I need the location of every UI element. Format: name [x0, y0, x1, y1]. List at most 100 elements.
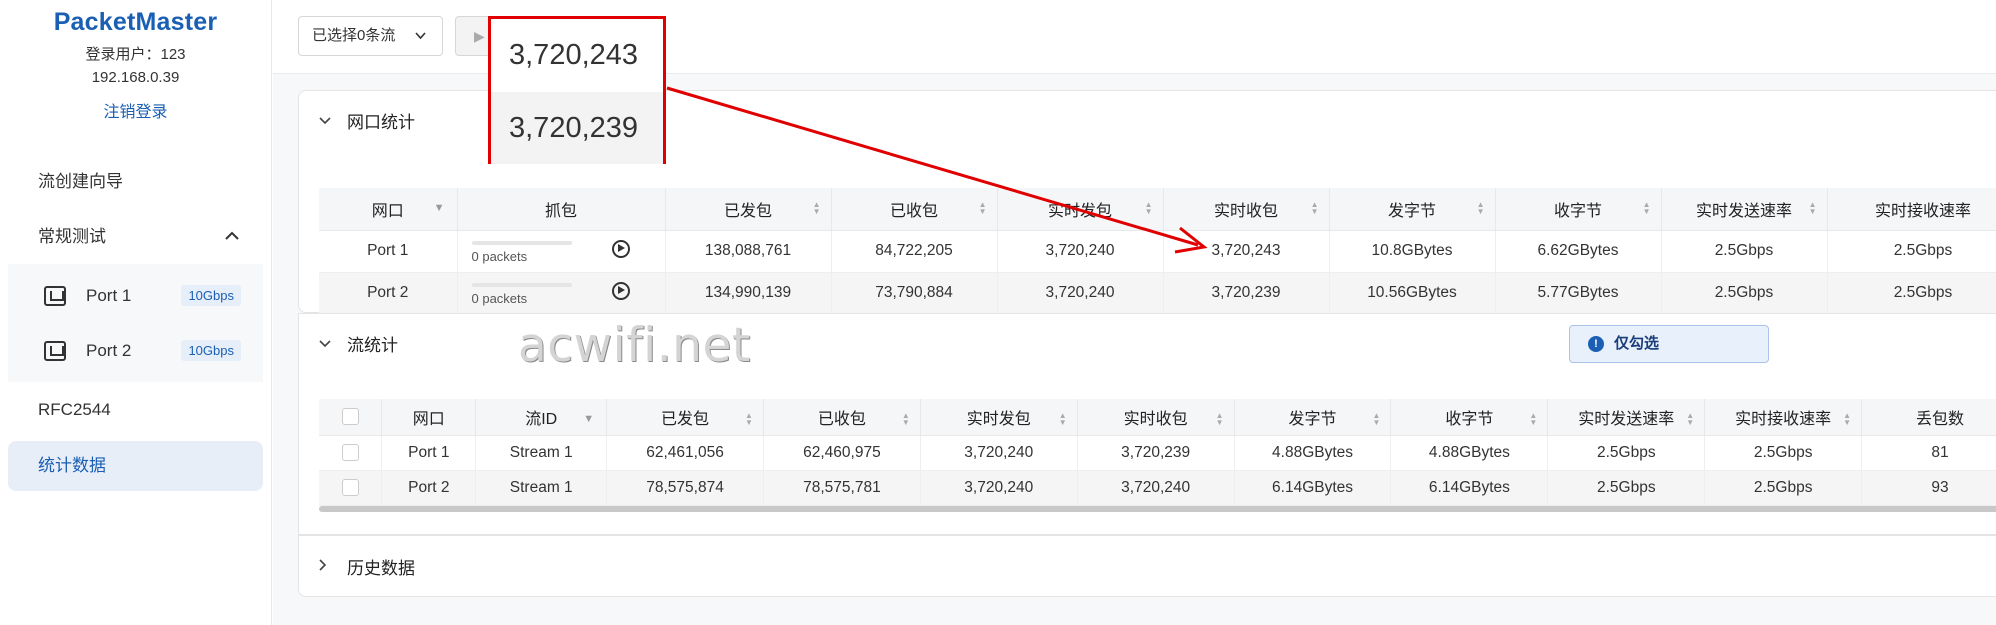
column-header[interactable]: 已发包 ▲ ▼ — [606, 399, 764, 436]
column-header[interactable]: 已收包 ▲ ▼ — [831, 188, 998, 231]
rt-sent-cell: 3,720,240 — [920, 435, 1078, 471]
chevron-down-icon — [319, 112, 331, 128]
horizontal-scrollbar[interactable] — [319, 506, 1996, 512]
rx-bytes-cell: 6.14GBytes — [1390, 470, 1549, 506]
sidebar-item-port-1[interactable]: Port 1 10Gbps — [8, 268, 263, 323]
sent-cell: 78,575,874 — [606, 470, 764, 506]
play-circle-icon[interactable] — [611, 281, 630, 300]
sort-icon[interactable]: ▲ ▼ — [1477, 201, 1485, 216]
column-header[interactable]: 流ID ▼ — [475, 399, 608, 436]
column-header[interactable]: 实时接收速率▲▼ — [1827, 188, 1996, 231]
sort-icon[interactable]: ▲ ▼ — [813, 201, 821, 216]
notice-text: 仅勾选 — [1614, 335, 1660, 352]
column-header[interactable]: 网口 ▼ — [319, 188, 458, 231]
column-header[interactable]: 发字节 ▲ ▼ — [1234, 399, 1392, 436]
sidebar-item-label: Port 2 — [86, 340, 132, 360]
column-header[interactable]: 已发包 ▲ ▼ — [665, 188, 832, 231]
received-cell: 62,460,975 — [763, 435, 921, 471]
row-checkbox[interactable] — [341, 443, 359, 461]
port-cell: Port 2 — [381, 470, 477, 506]
rx-bytes-cell: 6.62GBytes — [1495, 230, 1662, 273]
app-name: PacketMaster — [53, 8, 218, 36]
capture-cell: 0 packets — [457, 230, 666, 273]
sidebar-item-stats[interactable]: 统计数据 — [8, 441, 263, 491]
rt-received-cell: 3,720,239 — [1077, 435, 1235, 471]
callout-value-port-2: 3,720,239 — [491, 92, 663, 164]
port-cell: Port 1 — [381, 435, 477, 471]
sidebar-item-label: Port 1 — [86, 285, 132, 305]
tx-bytes-cell: 10.8GBytes — [1329, 230, 1496, 273]
received-cell: 78,575,781 — [763, 470, 921, 506]
sort-icon[interactable]: ▲ ▼ — [1145, 201, 1153, 216]
column-header[interactable]: 实时发包 ▲ ▼ — [920, 399, 1078, 436]
sort-icon[interactable]: ▲ ▼ — [1843, 412, 1851, 427]
column-header[interactable]: 实时接收速率▲▼ — [1704, 399, 1863, 436]
device-ip: 192.168.0.39 — [91, 69, 180, 86]
stream-cell: Stream 1 — [475, 470, 608, 506]
filter-icon[interactable]: ▼ — [434, 202, 445, 214]
column-header[interactable]: 实时发包 ▲ ▼ — [997, 188, 1164, 231]
sort-icon[interactable]: ▲ ▼ — [1529, 412, 1537, 427]
received-cell: 73,790,884 — [831, 272, 998, 315]
table-row: Port 2 0 packets 134,990,139 73,790,884 … — [319, 272, 1996, 315]
chevron-down-icon — [319, 335, 331, 351]
column-header: 抓包 — [457, 188, 666, 231]
column-header[interactable]: 实时收包 ▲ ▼ — [1077, 399, 1235, 436]
stream-cell: Stream 1 — [475, 435, 608, 471]
play-icon: ▶ — [474, 28, 485, 44]
sort-icon[interactable]: ▲ ▼ — [1059, 412, 1067, 427]
callout-box: 3,720,243 3,720,239 — [488, 16, 666, 164]
column-header[interactable]: 收字节 ▲ ▼ — [1390, 399, 1549, 436]
column-header[interactable]: 实时发送速率 ▲ ▼ — [1547, 399, 1706, 436]
sort-icon[interactable]: ▲ ▼ — [979, 201, 987, 216]
tx-bytes-cell: 4.88GBytes — [1234, 435, 1392, 471]
sort-icon[interactable]: ▲ ▼ — [1373, 412, 1381, 427]
chevron-up-icon — [225, 209, 239, 264]
column-header[interactable]: 实时收包 ▲ ▼ — [1163, 188, 1330, 231]
tx-rate-cell: 2.5Gbps — [1661, 230, 1828, 273]
tx-rate-cell: 2.5Gbps — [1547, 470, 1706, 506]
column-header[interactable]: 实时发送速率 ▲ ▼ — [1661, 188, 1828, 231]
rt-sent-cell: 3,720,240 — [920, 470, 1078, 506]
sort-icon[interactable]: ▲ ▼ — [1643, 201, 1651, 216]
row-select-cell — [319, 435, 383, 471]
capture-progress-bar — [471, 282, 572, 287]
ethernet-port-icon — [44, 340, 66, 361]
column-header[interactable]: 发字节 ▲ ▼ — [1329, 188, 1496, 231]
rx-bytes-cell: 4.88GBytes — [1390, 435, 1549, 471]
received-cell: 84,722,205 — [831, 230, 998, 273]
table-row: Port 1 0 packets 138,088,761 84,722,205 … — [319, 230, 1996, 273]
sidebar-item-rfc2544[interactable]: RFC2544 — [0, 382, 271, 437]
row-checkbox[interactable] — [341, 478, 359, 496]
play-circle-icon[interactable] — [611, 239, 630, 258]
sort-icon[interactable]: ▲ ▼ — [1311, 201, 1319, 216]
sidebar-item-port-2[interactable]: Port 2 10Gbps — [8, 323, 263, 378]
rt-sent-cell: 3,720,240 — [997, 272, 1164, 315]
sort-icon[interactable]: ▲ ▼ — [745, 412, 753, 427]
sort-icon[interactable]: ▲ ▼ — [1809, 201, 1817, 216]
chevron-right-icon — [319, 558, 329, 574]
sidebar-item-wizard[interactable]: 流创建向导 — [0, 154, 271, 209]
column-header[interactable]: 已收包 ▲ ▼ — [763, 399, 921, 436]
filter-icon[interactable]: ▼ — [583, 413, 594, 425]
select-all-header — [319, 399, 383, 436]
flow-select-dropdown[interactable]: 已选择0条流 — [298, 16, 443, 56]
rx-rate-cell: 2.5Gbps — [1704, 435, 1863, 471]
row-select-cell — [319, 470, 383, 506]
info-icon: ! — [1588, 336, 1604, 352]
logged-in-user: 登录用户：123 — [85, 46, 186, 63]
history-header[interactable]: 历史数据 — [299, 536, 1996, 596]
column-header[interactable]: 收字节 ▲ ▼ — [1495, 188, 1662, 231]
logout-link[interactable]: 注销登录 — [0, 98, 271, 122]
table-header-row: 网口 ▼ 抓包 已发包 ▲ ▼ 已收包 ▲ ▼ 实时发包 ▲ ▼ 实时收包 ▲ ▼ 发字节 ▲ ▼ 收… — [319, 188, 1996, 231]
sidebar-item-regular-test[interactable]: 常规测试 — [0, 209, 271, 264]
sort-icon[interactable]: ▲ ▼ — [1686, 412, 1694, 427]
sort-icon[interactable]: ▲ ▼ — [1216, 412, 1224, 427]
sort-icon[interactable]: ▲ ▼ — [902, 412, 910, 427]
flow-stats-table: 网口 流ID ▼ 已发包 ▲ ▼ 已收包 ▲ ▼ 实时发包 ▲ ▼ 实时收包 ▲ ▼ 发字节 ▲ ▼ … — [319, 399, 1996, 506]
select-all-checkbox[interactable] — [341, 408, 359, 426]
column-header[interactable]: 丢包数▲▼ — [1861, 399, 1996, 436]
flow-select-label: 已选择0条流 — [312, 27, 396, 44]
section-title: 流统计 — [347, 335, 398, 355]
watermark: acwifi.net — [518, 318, 751, 373]
